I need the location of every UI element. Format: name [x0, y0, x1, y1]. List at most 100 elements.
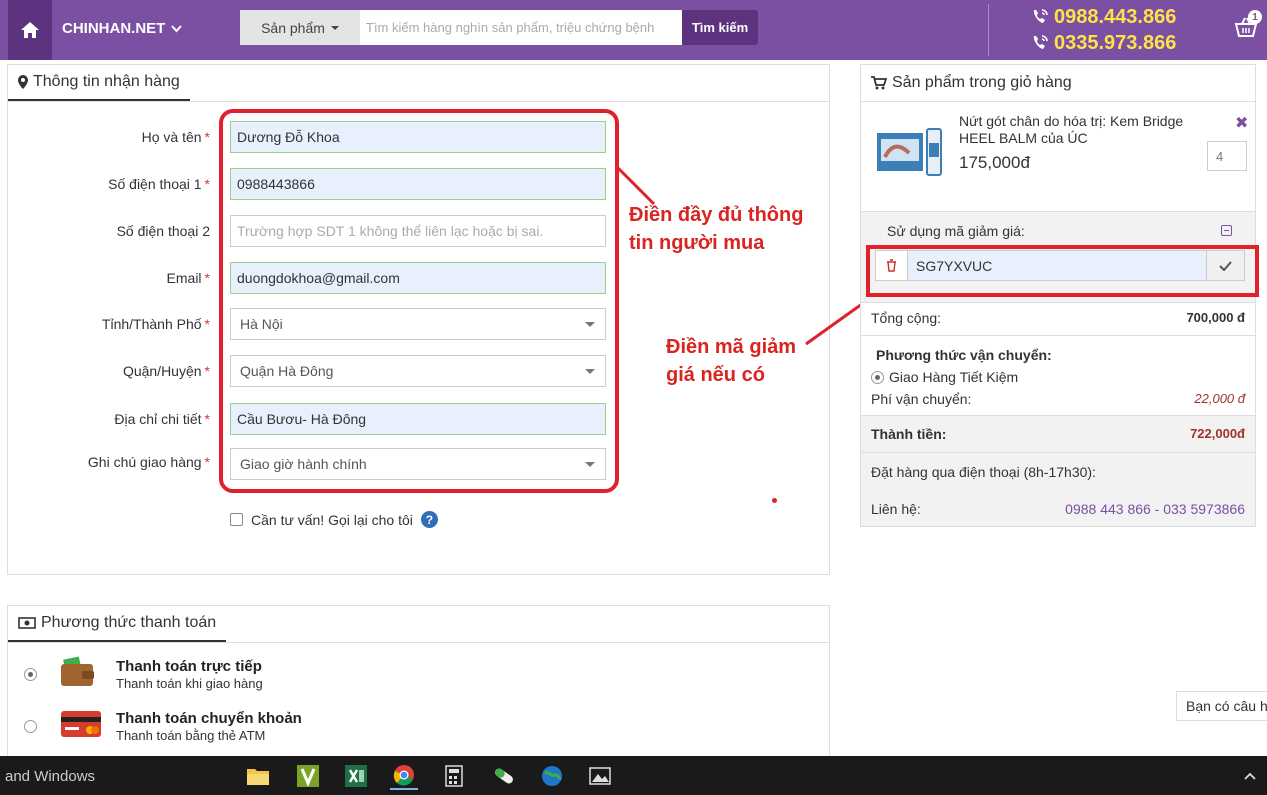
payment-panel: Phương thức thanh toán Thanh toán trực t… [7, 605, 830, 765]
home-button[interactable] [8, 0, 52, 60]
brand-name: CHINHAN.NET [62, 20, 166, 37]
calculator-icon [445, 765, 463, 787]
subtotal-row: Tổng cộng: 700,000 đ [871, 310, 1245, 326]
payment-radio-transfer[interactable] [24, 720, 37, 733]
phone2-label: Số điện thoại 2 [116, 223, 210, 239]
phone-icon [1033, 35, 1048, 49]
tab-payment[interactable]: Phương thức thanh toán [8, 605, 227, 642]
payment-radio-cod[interactable] [24, 668, 37, 681]
credit-card-icon [61, 711, 101, 737]
payment-subtitle-cod: Thanh toán khi giao hàng [116, 676, 263, 691]
note-label: Ghi chú giao hàng * [87, 454, 210, 470]
payment-title-cod: Thanh toán trực tiếp [116, 658, 262, 675]
taskbar-file-explorer[interactable] [244, 762, 272, 790]
payment-option-cod[interactable]: Thanh toán trực tiếp Thanh toán khi giao… [22, 654, 722, 694]
top-header: CHINHAN.NET Sản phẩm Tìm kiếm 0988.443.8… [0, 0, 1267, 60]
annotation-dot [772, 498, 777, 503]
hotline-1-number: 0988.443.866 [1054, 6, 1177, 28]
payment-subtitle-transfer: Thanh toán bằng thẻ ATM [116, 728, 266, 743]
shipping-fee-label: Phí vận chuyển: [871, 391, 972, 407]
taskbar-globe-app[interactable] [538, 762, 566, 790]
remove-item-icon[interactable]: ✖ [1235, 113, 1248, 133]
phone-icon [1033, 9, 1048, 23]
province-label: Tỉnh/Thành Phố * [101, 316, 210, 332]
phone-order-row: Đặt hàng qua điện thoại (8h-17h30): [871, 464, 1245, 480]
header-divider [988, 4, 989, 56]
cart-title: Sản phẩm trong giỏ hàng [892, 73, 1072, 91]
contact-row: Liên hệ: 0988 443 866 - 033 5973866 [871, 501, 1245, 517]
shipping-fee-row: Phí vận chuyển: 22,000 đ [871, 391, 1245, 407]
taskbar-calculator[interactable] [440, 762, 468, 790]
grand-total-row: Thành tiền: 722,000đ [871, 426, 1245, 442]
callback-checkbox[interactable] [230, 513, 243, 526]
shipping-fee-value: 22,000 đ [1194, 391, 1245, 406]
subtotal-label: Tổng cộng: [871, 310, 942, 326]
payment-title: Phương thức thanh toán [41, 613, 217, 631]
collapse-minus-icon[interactable] [1221, 225, 1232, 236]
hotline-2-number: 0335.973.866 [1054, 32, 1177, 54]
contact-value[interactable]: 0988 443 866 - 033 5973866 [1065, 501, 1245, 517]
hotline-1[interactable]: 0988.443.866 [1030, 4, 1176, 30]
product-image [877, 128, 942, 176]
address-label: Địa chỉ chi tiết * [114, 411, 210, 427]
quantity-field[interactable]: 4 [1207, 141, 1247, 171]
hotline-2[interactable]: 0335.973.866 [1030, 30, 1176, 56]
product-price: 175,000đ [959, 153, 1030, 172]
subtotal-value: 700,000 đ [1186, 310, 1245, 325]
payment-header: Phương thức thanh toán [8, 606, 829, 643]
brand-menu[interactable]: CHINHAN.NET [62, 20, 183, 37]
grand-total-label: Thành tiền: [871, 426, 947, 442]
district-label: Quận/Huyện * [122, 363, 210, 379]
grand-total-value: 722,000đ [1190, 426, 1245, 441]
taskbar-pill-app[interactable] [490, 762, 518, 790]
pill-icon [495, 768, 513, 784]
payment-option-transfer[interactable]: Thanh toán chuyển khoản Thanh toán bằng … [22, 706, 722, 746]
search-category-dropdown[interactable]: Sản phẩm [240, 10, 360, 45]
help-icon[interactable]: ? [420, 511, 438, 528]
map-marker-icon [18, 74, 28, 89]
phone-order-label: Đặt hàng qua điện thoại (8h-17h30): [871, 464, 1096, 480]
tab-shipping-info[interactable]: Thông tin nhận hàng [8, 64, 190, 101]
chrome-icon [393, 765, 414, 786]
shipping-option-label: Giao Hàng Tiết Kiệm [889, 369, 1019, 385]
cart-header: Sản phẩm trong giỏ hàng [861, 65, 1255, 102]
taskbar-excel[interactable] [342, 762, 370, 790]
search-button[interactable]: Tìm kiếm [682, 10, 758, 45]
home-icon [21, 22, 39, 38]
divider [861, 335, 1255, 336]
shipping-option-row[interactable]: Giao Hàng Tiết Kiệm [871, 369, 1245, 385]
v-app-icon [297, 765, 319, 787]
cart-count-badge: 1 [1248, 10, 1262, 24]
product-name[interactable]: Nứt gót chân do hóa trị: Kem Bridge HEEL… [959, 113, 1189, 147]
payment-title-transfer: Thanh toán chuyển khoản [116, 710, 302, 727]
contact-label: Liên hệ: [871, 501, 921, 517]
cart-button[interactable]: 1 [1234, 10, 1262, 43]
taskbar-photos[interactable] [586, 762, 614, 790]
wallet-icon [61, 656, 94, 686]
excel-icon [345, 765, 367, 787]
shipping-option-radio[interactable] [871, 371, 884, 384]
tab-cart[interactable]: Sản phẩm trong giỏ hàng [861, 64, 1082, 101]
taskbar-tray-chevron[interactable] [1236, 762, 1264, 790]
name-label: Họ và tên * [141, 129, 210, 145]
annotation-form-highlight [219, 109, 619, 493]
shipping-info-header: Thông tin nhận hàng [8, 65, 829, 102]
windows-taskbar: and Windows [0, 756, 1267, 795]
coupon-label: Sử dụng mã giảm giá: [887, 223, 1025, 239]
taskbar-chrome[interactable] [390, 762, 418, 790]
search-bar: Sản phẩm Tìm kiếm [240, 10, 758, 45]
taskbar-text: and Windows [5, 768, 96, 785]
search-input[interactable] [360, 10, 682, 45]
email-label: Email * [166, 270, 210, 286]
chevron-up-icon [1244, 772, 1256, 780]
cart-icon [871, 75, 887, 89]
money-icon [18, 616, 36, 629]
folder-icon [247, 769, 269, 785]
callback-option[interactable]: Cần tư vấn! Gọi lại cho tôi ? [230, 511, 438, 528]
taskbar-app-v[interactable] [294, 762, 322, 790]
chat-prompt[interactable]: Bạn có câu h [1176, 691, 1267, 721]
shipping-method-row: Phương thức vận chuyển: [876, 347, 1250, 363]
search-category-label: Sản phẩm [261, 19, 325, 36]
photos-icon [589, 767, 611, 785]
cart-item: Nứt gót chân do hóa trị: Kem Bridge HEEL… [861, 103, 1255, 207]
